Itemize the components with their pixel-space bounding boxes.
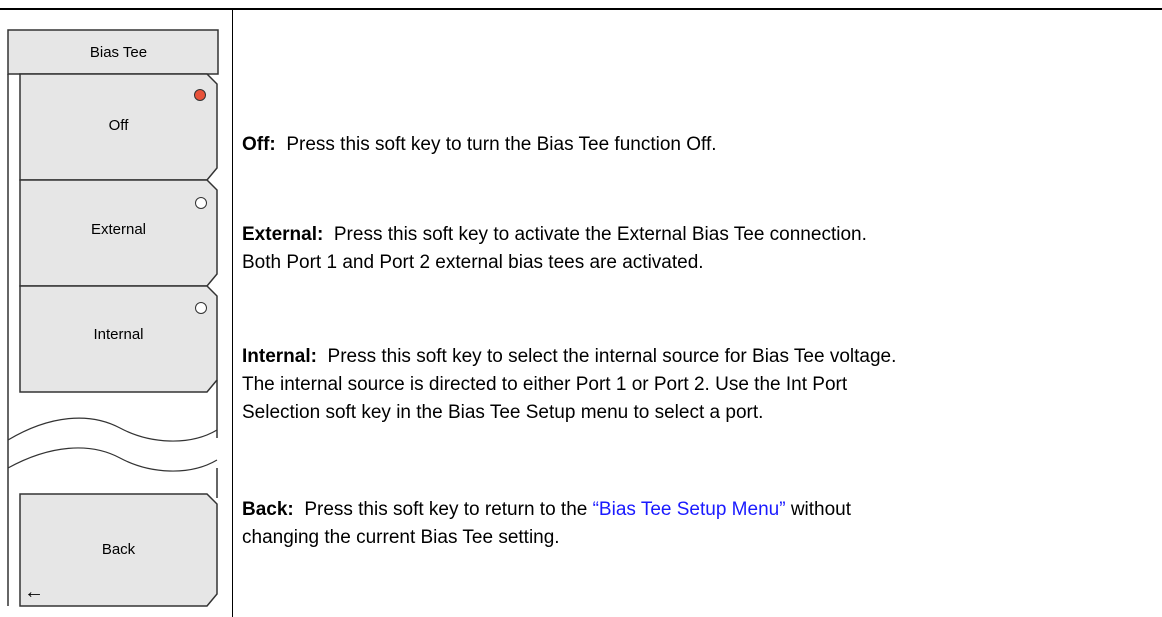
break-wave-top xyxy=(7,417,218,442)
soft-key-back[interactable]: Back xyxy=(20,541,217,558)
term-back: Back: xyxy=(242,499,294,520)
bias-tee-setup-menu-link[interactable]: “Bias Tee Setup Menu” xyxy=(593,499,786,520)
soft-key-internal[interactable]: Internal xyxy=(20,326,217,343)
term-internal: Internal: xyxy=(242,346,317,367)
break-wave-bottom xyxy=(7,447,218,472)
description-external: External: Press this soft key to activat… xyxy=(242,221,1147,277)
description-internal-line1: Press this soft key to select the intern… xyxy=(327,346,897,367)
term-off: Off: xyxy=(242,134,276,155)
description-internal-line2: The internal source is directed to eithe… xyxy=(242,374,848,395)
column-divider xyxy=(232,9,233,617)
description-back: Back: Press this soft key to return to t… xyxy=(242,496,1147,552)
soft-key-panel: Bias Tee Off External Internal Back ← xyxy=(0,0,232,617)
description-off: Off: Press this soft key to turn the Bia… xyxy=(242,131,1147,159)
description-back-text-after: without xyxy=(790,499,852,520)
left-arrow-icon: ← xyxy=(24,581,44,603)
description-off-text: Press this soft key to turn the Bias Tee… xyxy=(286,134,717,155)
description-external-line1: Press this soft key to activate the Exte… xyxy=(333,224,867,245)
menu-title: Bias Tee xyxy=(89,44,148,61)
soft-key-external[interactable]: External xyxy=(20,221,217,238)
description-back-line2: changing the current Bias Tee setting. xyxy=(242,527,560,548)
radio-indicator-icon xyxy=(195,302,207,314)
radio-indicator-icon xyxy=(195,197,207,209)
description-internal: Internal: Press this soft key to select … xyxy=(242,343,1147,427)
description-back-text: Press this soft key to return to the xyxy=(304,499,588,520)
description-internal-line3: Selection soft key in the Bias Tee Setup… xyxy=(242,402,764,423)
description-external-line2: Both Port 1 and Port 2 external bias tee… xyxy=(242,252,704,273)
term-external: External: xyxy=(242,224,324,245)
radio-indicator-selected-icon xyxy=(194,89,206,101)
soft-key-off[interactable]: Off xyxy=(20,117,217,134)
